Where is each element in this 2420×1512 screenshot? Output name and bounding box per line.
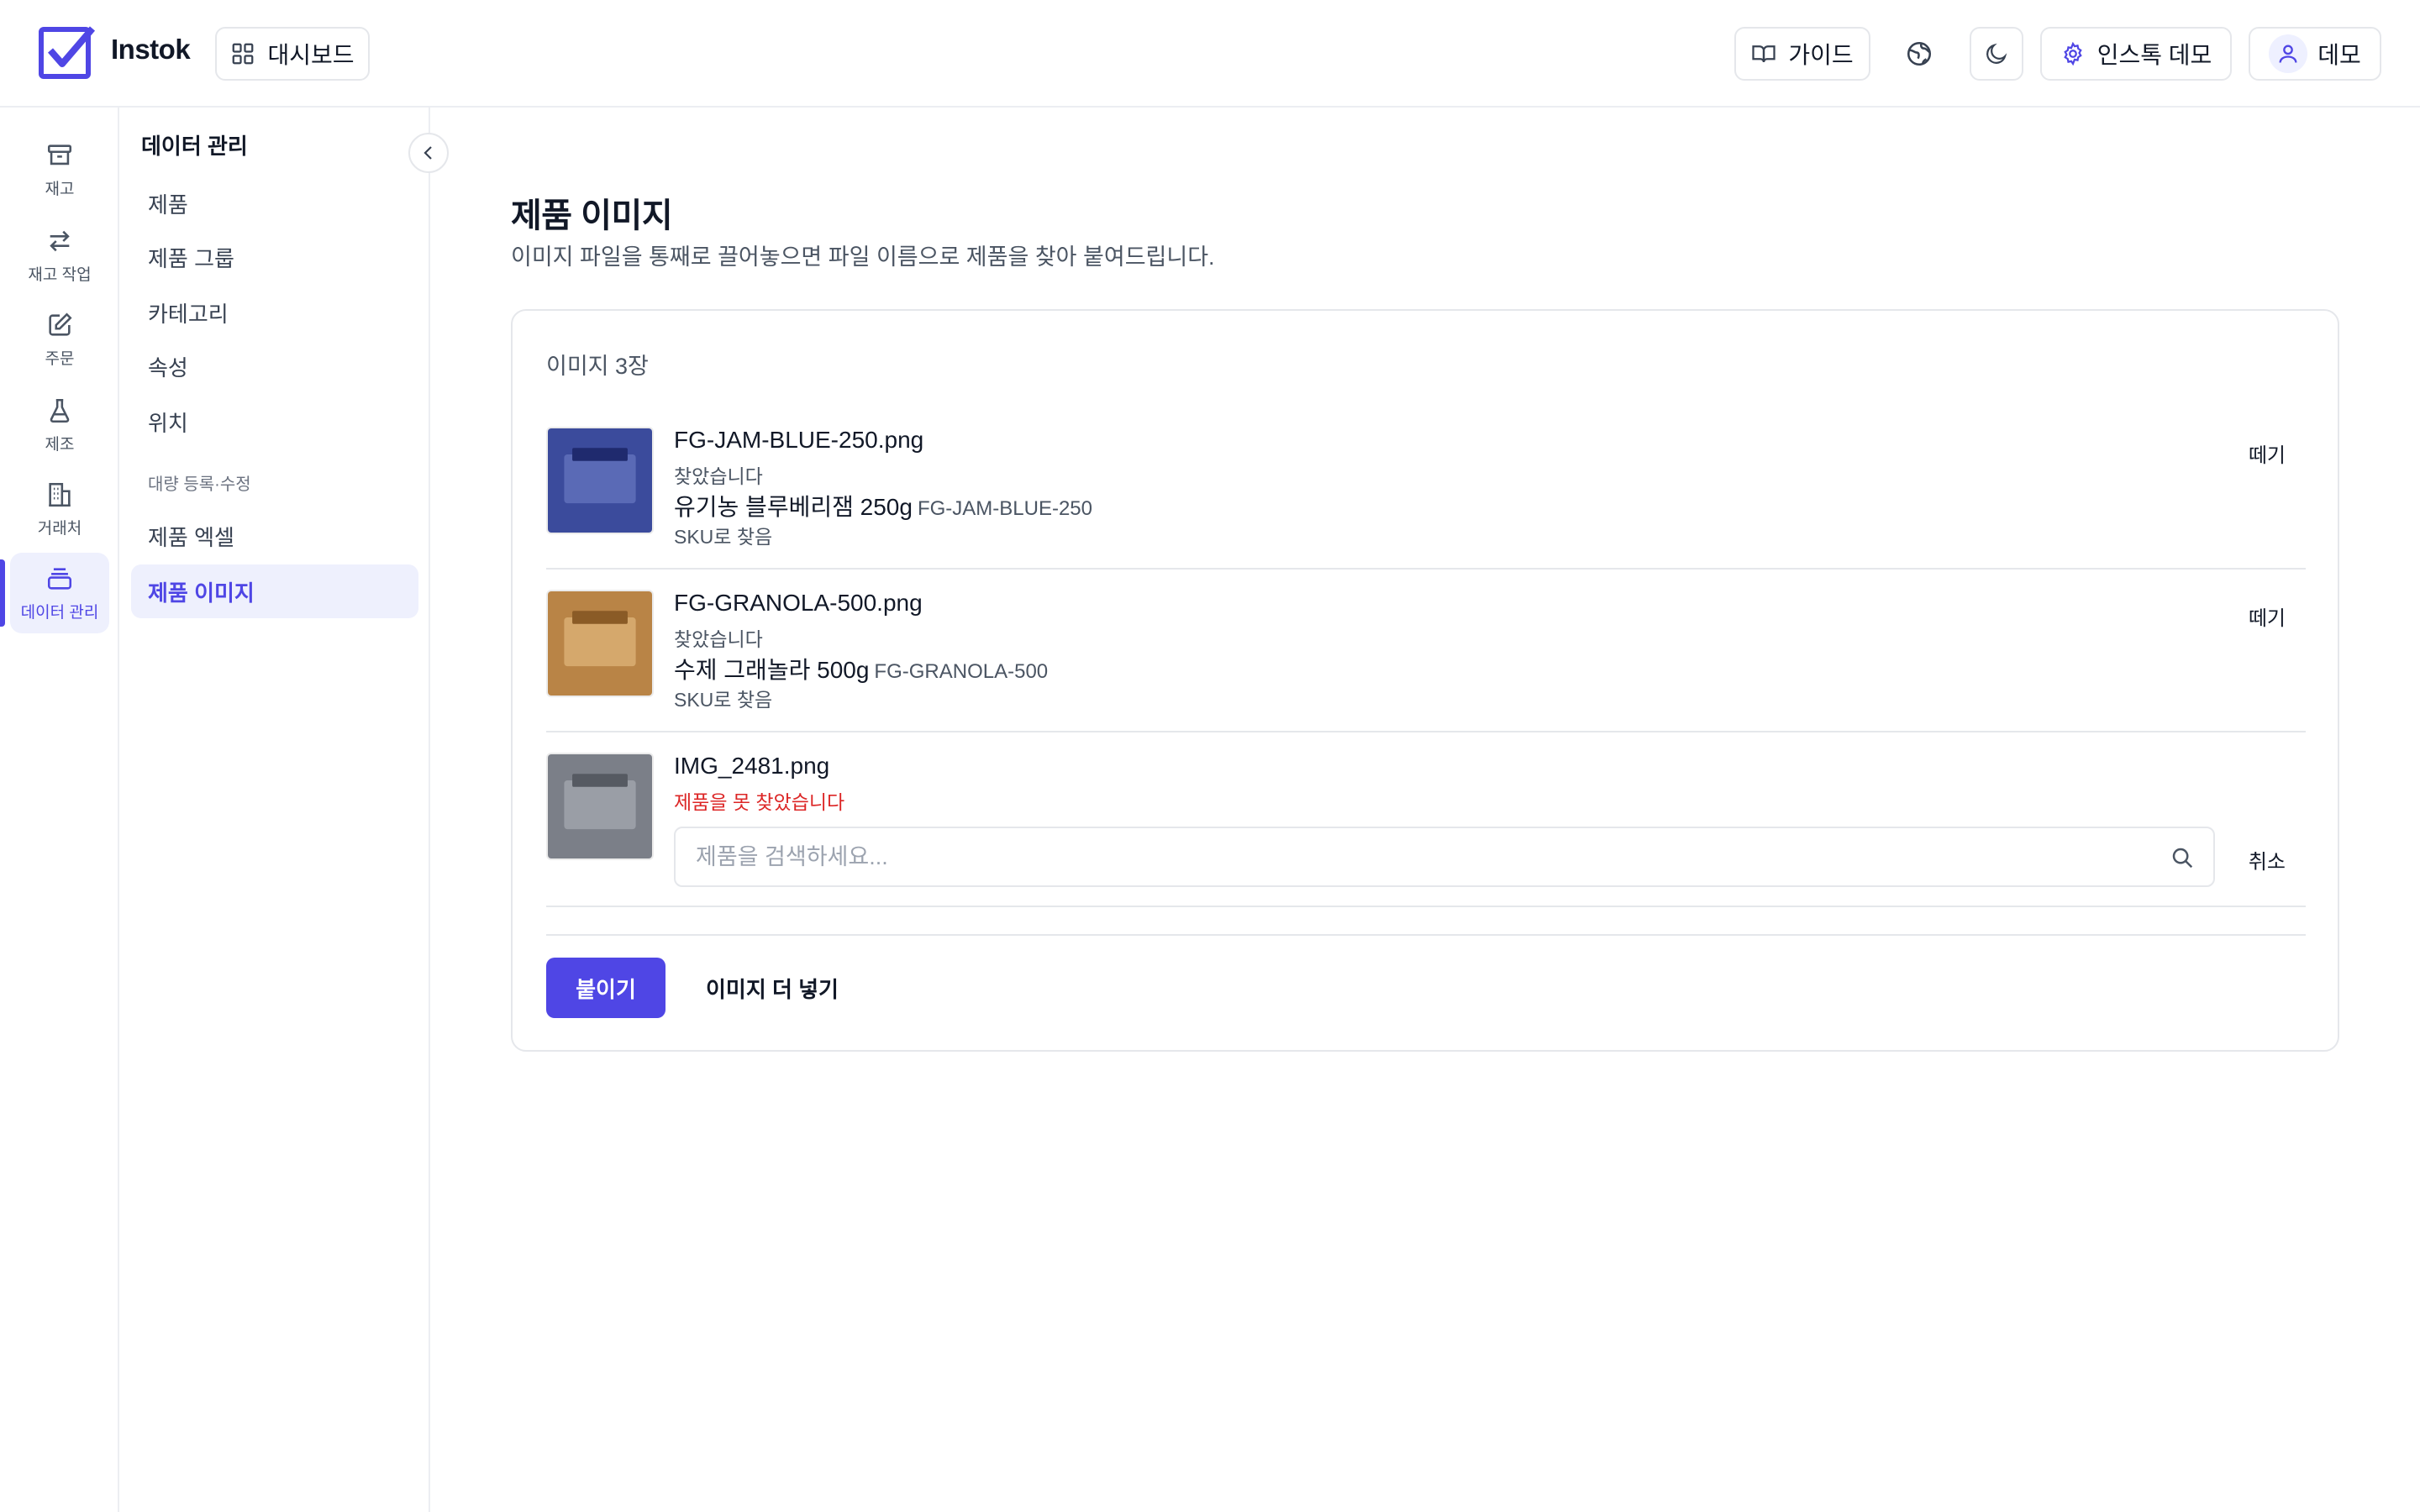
image-filename: IMG_2481.png (674, 753, 830, 779)
product-search-box (674, 827, 2215, 887)
sub-navigation: 데이터 관리 제품 제품 그룹 카테고리 속성 위치 대량 등록·수정 제품 엑… (119, 108, 430, 1512)
product-search-input[interactable] (696, 828, 2141, 885)
user-menu-button[interactable]: 데모 (2249, 27, 2381, 81)
arrows-swap-icon (50, 230, 70, 251)
row-divider (546, 731, 2306, 732)
organization-label: 인스톡 데모 (2096, 42, 2212, 68)
add-more-images-button[interactable]: 이미지 더 넣기 (686, 958, 859, 1018)
product-name: 유기농 블루베리잼 250g (674, 494, 913, 520)
footer-divider (546, 934, 2306, 936)
box-image-icon (548, 428, 652, 533)
image-filename: FG-JAM-BLUE-250.png (674, 427, 924, 453)
rail-item-label: 주문 (45, 349, 75, 368)
box-image-icon (548, 754, 652, 858)
subnav-item-label: 제품 이미지 (148, 580, 255, 606)
globe-icon (1907, 41, 1932, 66)
subnav-item-label: 제품 (148, 192, 188, 218)
attach-button[interactable]: 붙이기 (546, 958, 666, 1018)
pencil-square-icon (49, 312, 72, 336)
match-status: 제품을 못 찾았습니다 (674, 791, 845, 813)
rail-item-data-management[interactable]: 데이터 관리 (10, 553, 109, 633)
image-thumbnail (546, 590, 654, 697)
image-row: IMG_2481.png 제품을 못 찾았습니다 취소 (546, 753, 2306, 895)
image-thumbnail (546, 427, 654, 534)
image-thumbnail (546, 753, 654, 860)
match-status: 찾았습니다 (674, 628, 763, 650)
subnav-section-label: 대량 등록·수정 (148, 475, 251, 494)
subnav-item-product-images[interactable]: 제품 이미지 (131, 564, 418, 618)
guide-label: 가이드 (1788, 42, 1854, 68)
top-header: Instok 대시보드 가이드 인스톡 데모 데모 (0, 0, 2420, 108)
rail-item-manufacturing[interactable]: 제조 (10, 385, 109, 465)
book-open-icon (1752, 45, 1776, 63)
rail-item-inventory[interactable]: 재고 (10, 129, 109, 210)
checkbox-logo-icon[interactable] (39, 25, 96, 79)
grid-icon (233, 43, 254, 65)
rail-item-partners[interactable]: 거래처 (10, 469, 109, 549)
rail-item-label: 제조 (45, 435, 75, 454)
moon-icon (1986, 43, 2007, 64)
user-icon (2279, 45, 2297, 63)
subnav-item-product-excel[interactable]: 제품 엑셀 (131, 509, 418, 563)
flask-icon (50, 398, 70, 423)
organization-button[interactable]: 인스톡 데모 (2040, 27, 2232, 81)
subnav-item-label: 제품 엑셀 (148, 524, 234, 550)
subnav-item-label: 카테고리 (148, 301, 229, 327)
subnav-item-products[interactable]: 제품 (131, 176, 418, 230)
subnav-item-locations[interactable]: 위치 (131, 395, 418, 449)
rail-item-label: 재고 (45, 180, 75, 198)
rail-item-stock-ops[interactable]: 재고 작업 (10, 215, 109, 296)
user-label: 데모 (2317, 42, 2361, 68)
page-subtitle: 이미지 파일을 통째로 끌어놓으면 파일 이름으로 제품을 찾아 붙여드립니다. (511, 244, 1215, 270)
rail-item-orders[interactable]: 주문 (10, 299, 109, 380)
match-method: SKU로 찾음 (674, 526, 773, 548)
rail-item-label: 거래처 (37, 519, 82, 538)
product-name: 수제 그래놀라 500g (674, 657, 870, 683)
product-sku: FG-GRANOLA-500 (874, 660, 1049, 683)
image-upload-card: 이미지 3장 FG-JAM-BLUE-250.png 찾았습니다 유기농 블루베… (511, 309, 2339, 1052)
chevron-left-icon (424, 146, 432, 160)
image-row: FG-JAM-BLUE-250.png 찾았습니다 유기농 블루베리잼 250g… (546, 427, 2306, 551)
dashboard-label: 대시보드 (267, 42, 355, 68)
rail-item-label: 데이터 관리 (20, 603, 99, 622)
subnav-item-attributes[interactable]: 속성 (131, 339, 418, 393)
subnav-item-label: 제품 그룹 (148, 245, 234, 271)
box-image-icon (548, 591, 652, 696)
detach-button[interactable]: 떼기 (2249, 601, 2286, 631)
gear-icon (2063, 41, 2082, 66)
app-window: Instok 대시보드 가이드 인스톡 데모 데모 재고 재고 작업 주문 제조… (0, 0, 2420, 1512)
active-indicator (0, 559, 5, 627)
cancel-button[interactable]: 취소 (2249, 845, 2286, 874)
brand-name[interactable]: Instok (111, 34, 191, 66)
search-icon[interactable] (2170, 845, 2195, 870)
rail-item-label: 재고 작업 (28, 265, 92, 284)
matched-product: 유기농 블루베리잼 250g FG-JAM-BLUE-250 (674, 489, 1092, 522)
image-count: 이미지 3장 (546, 354, 649, 379)
theme-toggle-button[interactable] (1970, 27, 2023, 81)
row-divider (546, 906, 2306, 907)
stack-icon (47, 567, 72, 590)
dashboard-button[interactable]: 대시보드 (215, 27, 370, 81)
page-title: 제품 이미지 (511, 197, 673, 234)
collapse-sidebar-button[interactable] (408, 133, 449, 173)
match-status: 찾았습니다 (674, 465, 763, 487)
subnav-item-label: 속성 (148, 354, 188, 381)
product-sku: FG-JAM-BLUE-250 (917, 497, 1092, 520)
image-row: FG-GRANOLA-500.png 찾았습니다 수제 그래놀라 500g FG-… (546, 590, 2306, 714)
language-button[interactable] (1892, 27, 1946, 81)
avatar (2269, 34, 2308, 73)
archive-box-icon (47, 144, 72, 165)
image-filename: FG-GRANOLA-500.png (674, 590, 923, 616)
detach-button[interactable]: 떼기 (2249, 438, 2286, 468)
match-method: SKU로 찾음 (674, 689, 773, 711)
building-icon (49, 482, 71, 507)
icon-rail: 재고 재고 작업 주문 제조 거래처 데이터 관리 (0, 108, 119, 1512)
subnav-item-product-groups[interactable]: 제품 그룹 (131, 230, 418, 284)
subnav-item-label: 위치 (148, 410, 188, 436)
subnav-title: 데이터 관리 (141, 134, 248, 159)
guide-button[interactable]: 가이드 (1734, 27, 1870, 81)
row-divider (546, 568, 2306, 570)
subnav-item-categories[interactable]: 카테고리 (131, 286, 418, 339)
matched-product: 수제 그래놀라 500g FG-GRANOLA-500 (674, 652, 1048, 685)
